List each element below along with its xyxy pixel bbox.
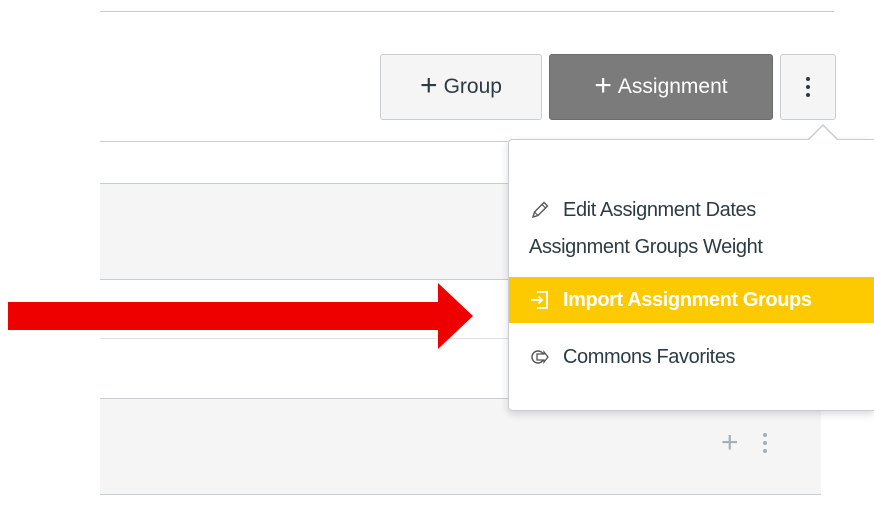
- assignment-group-header[interactable]: [100, 398, 821, 495]
- assignments-page: + Group + Assignment + Edit Assignment D…: [0, 0, 874, 514]
- menu-item-label: Commons Favorites: [563, 345, 736, 368]
- settings-menu-button[interactable]: [780, 54, 836, 120]
- commons-icon: [529, 346, 551, 368]
- menu-caret-fill: [809, 126, 837, 140]
- add-assignment-button[interactable]: + Assignment: [549, 54, 773, 120]
- menu-item-import-assignment-groups[interactable]: Import Assignment Groups: [509, 277, 874, 323]
- plus-icon: +: [420, 69, 438, 102]
- add-group-label: Group: [443, 75, 502, 98]
- kebab-icon: [806, 77, 810, 97]
- assignment-group-header[interactable]: [100, 183, 508, 280]
- menu-item-label: Edit Assignment Dates: [563, 198, 756, 221]
- group-kebab-icon[interactable]: [762, 433, 767, 453]
- add-assignment-label: Assignment: [617, 75, 728, 98]
- add-group-button[interactable]: + Group: [380, 54, 542, 120]
- menu-item-label: Import Assignment Groups: [563, 288, 812, 311]
- plus-icon: +: [594, 69, 612, 102]
- menu-item-label: Assignment Groups Weight: [529, 235, 763, 258]
- settings-menu: Edit Assignment Dates Assignment Groups …: [508, 139, 874, 411]
- import-icon: [529, 289, 551, 311]
- add-assignment-to-group-icon[interactable]: +: [721, 428, 739, 458]
- annotation-arrow-icon: [8, 283, 473, 349]
- toolbar-divider: [100, 141, 508, 142]
- menu-item-assignment-groups-weight[interactable]: Assignment Groups Weight: [509, 224, 874, 270]
- pencil-icon: [529, 199, 551, 221]
- menu-item-commons-favorites[interactable]: Commons Favorites: [509, 334, 874, 380]
- group-actions: +: [721, 428, 767, 458]
- header-divider: [100, 11, 834, 12]
